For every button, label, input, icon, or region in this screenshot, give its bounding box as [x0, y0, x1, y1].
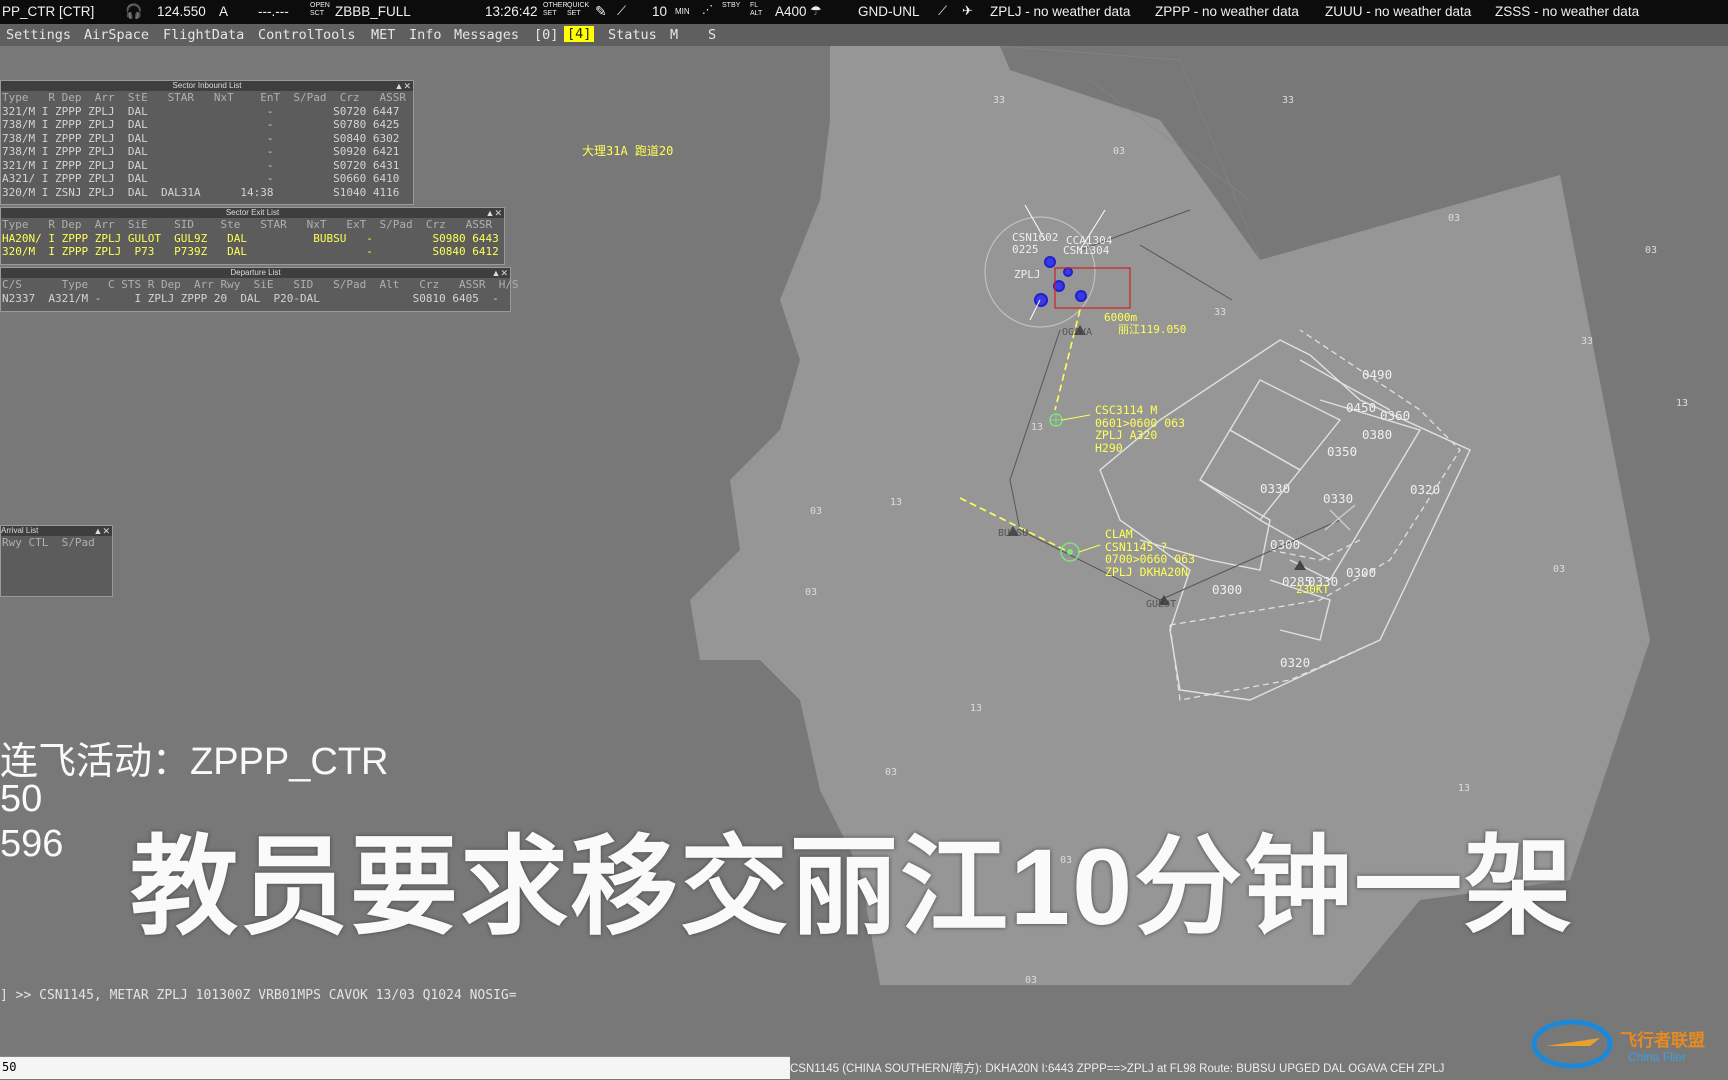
min-label: MIN: [675, 7, 690, 16]
position-callsign: PP_CTR [CTR]: [2, 4, 95, 19]
menu-controltools[interactable]: ControlTools: [258, 27, 356, 43]
list-header: C/S Type C STS R Dep Arr Rwy SiE SID S/P…: [2, 278, 519, 291]
range-value[interactable]: 10: [652, 4, 667, 19]
window-controls-icon[interactable]: ▲✕: [395, 81, 411, 91]
watermark-cn: 飞行者联盟: [1620, 1031, 1705, 1051]
window-title[interactable]: Sector Inbound List ▲✕: [1, 81, 413, 91]
subtitle-caption: 教员要求移交丽江10分钟一架: [130, 826, 1575, 947]
command-input[interactable]: [0, 1057, 764, 1077]
activity-caption: 连飞活动：ZPPP_CTR: [0, 741, 389, 783]
top-status-bar: PP_CTR [CTR] 🎧 124.550 A ---.--- OPEN SC…: [0, 0, 1728, 24]
menu-bar: Settings AirSpace FlightData ControlTool…: [0, 24, 1728, 46]
menu-m[interactable]: M: [670, 27, 678, 43]
departure-list-window[interactable]: Departure List ▲✕ C/S Type C STS R Dep Ar…: [0, 267, 519, 312]
weather-zuuu[interactable]: ZUUU - no weather data: [1325, 4, 1471, 19]
list-item[interactable]: 738/M I ZPPP ZPLJ DAL - S0780 6425: [1, 118, 413, 132]
menu-met[interactable]: MET: [371, 27, 395, 43]
list-header: Type R Dep Arr SiE SID Ste STAR NxT ExT …: [2, 218, 493, 231]
altitude-setting[interactable]: A400: [775, 4, 807, 19]
list-header: Rwy CTL S/Pad: [2, 536, 95, 549]
overlay-number-2: 596: [0, 823, 64, 865]
menu-settings[interactable]: Settings: [6, 27, 71, 43]
menu-s[interactable]: S: [708, 27, 716, 43]
arrival-list-window[interactable]: Arrival List ▲✕ Rwy CTL S/Pad: [0, 525, 113, 597]
window-title[interactable]: Arrival List ▲✕: [1, 526, 112, 536]
list-item[interactable]: N2337 A321/M - I ZPLJ ZPPP 20 DAL P20-DA…: [1, 292, 510, 306]
sector-inbound-window[interactable]: Sector Inbound List ▲✕ Type R Dep Arr StE…: [0, 80, 414, 205]
china-flier-logo: 飞行者联盟 China Flier: [1530, 1012, 1720, 1072]
sector-exit-window[interactable]: Sector Exit List ▲✕ Type R Dep Arr SiE SI…: [0, 207, 505, 265]
open-sct-button[interactable]: OPEN SCT: [310, 2, 332, 18]
clock: 13:26:42: [485, 4, 538, 19]
stby-toggle[interactable]: STBY: [722, 2, 744, 10]
vector-icon[interactable]: ⋰: [702, 3, 713, 16]
other-set-button[interactable]: OTHER SET: [543, 2, 568, 18]
list-item[interactable]: 738/M I ZPPP ZPLJ DAL - S0920 6421: [1, 145, 413, 159]
sector-file[interactable]: ZBBB_FULL: [335, 4, 411, 19]
weather-zsss[interactable]: ZSSS - no weather data: [1495, 4, 1639, 19]
runway-icon[interactable]: ⟋: [938, 3, 947, 19]
vertical-filter[interactable]: GND-UNL: [858, 4, 920, 19]
messages-highlight[interactable]: [4]: [564, 26, 595, 42]
menu-messages[interactable]: Messages: [454, 27, 519, 43]
window-title[interactable]: Sector Exit List ▲✕: [1, 208, 504, 218]
list-item[interactable]: A321/ I ZPPP ZPLJ DAL - S0660 6410: [1, 172, 413, 186]
list-item[interactable]: 321/M I ZPPP ZPLJ DAL - S0720 6447: [1, 105, 413, 119]
primary-frequency[interactable]: 124.550: [157, 4, 206, 19]
atis-code: A: [219, 4, 229, 19]
window-controls-icon[interactable]: ▲✕: [94, 526, 110, 536]
weather-icon[interactable]: ☂: [810, 3, 822, 19]
weather-zppp[interactable]: ZPPP - no weather data: [1155, 4, 1299, 19]
command-input-bar[interactable]: [0, 1056, 790, 1079]
messages-count[interactable]: [0]: [534, 27, 558, 43]
list-item[interactable]: 320/M I ZSNJ ZPLJ DAL DAL31A 14:38 S1040…: [1, 186, 413, 200]
menu-status[interactable]: Status: [608, 27, 657, 43]
draw-tool-icon[interactable]: ✎: [595, 3, 607, 20]
secondary-frequency[interactable]: ---.---: [258, 4, 289, 19]
headset-icon[interactable]: 🎧: [125, 3, 142, 20]
list-item[interactable]: HA20N/ I ZPPP ZPLJ GULOT GUL9Z DAL BUBSU…: [1, 232, 504, 246]
list-item[interactable]: 738/M I ZPPP ZPLJ DAL - S0840 6302: [1, 132, 413, 146]
quick-set-button[interactable]: QUICK SET: [567, 2, 589, 18]
selected-flight-info: CSN1145 (CHINA SOUTHERN/南方): DKHA20N I:6…: [790, 1063, 1445, 1075]
watermark-en: China Flier: [1628, 1050, 1687, 1064]
list-item[interactable]: 321/M I ZPPP ZPLJ DAL - S0720 6431: [1, 159, 413, 173]
airport-icon[interactable]: ✈: [962, 3, 973, 19]
menu-airspace[interactable]: AirSpace: [84, 27, 149, 43]
menu-info[interactable]: Info: [409, 27, 442, 43]
weather-zplj[interactable]: ZPLJ - no weather data: [990, 4, 1130, 19]
message-line: ] >> CSN1145, METAR ZPLJ 101300Z VRB01MP…: [0, 988, 517, 1003]
overlay-number-1: 50: [0, 778, 43, 820]
window-controls-icon[interactable]: ▲✕: [486, 208, 502, 218]
fl-alt-toggle[interactable]: FL ALT: [750, 2, 768, 18]
window-title[interactable]: Departure List ▲✕: [1, 268, 510, 278]
list-item[interactable]: 320/M I ZPPP ZPLJ P73 P739Z DAL - S0840 …: [1, 245, 504, 259]
menu-flightdata[interactable]: FlightData: [163, 27, 244, 43]
list-header: Type R Dep Arr StE STAR NxT EnT S/Pad Cr…: [2, 91, 406, 104]
measure-tool-icon[interactable]: ⟋: [617, 3, 626, 19]
window-controls-icon[interactable]: ▲✕: [492, 268, 508, 278]
